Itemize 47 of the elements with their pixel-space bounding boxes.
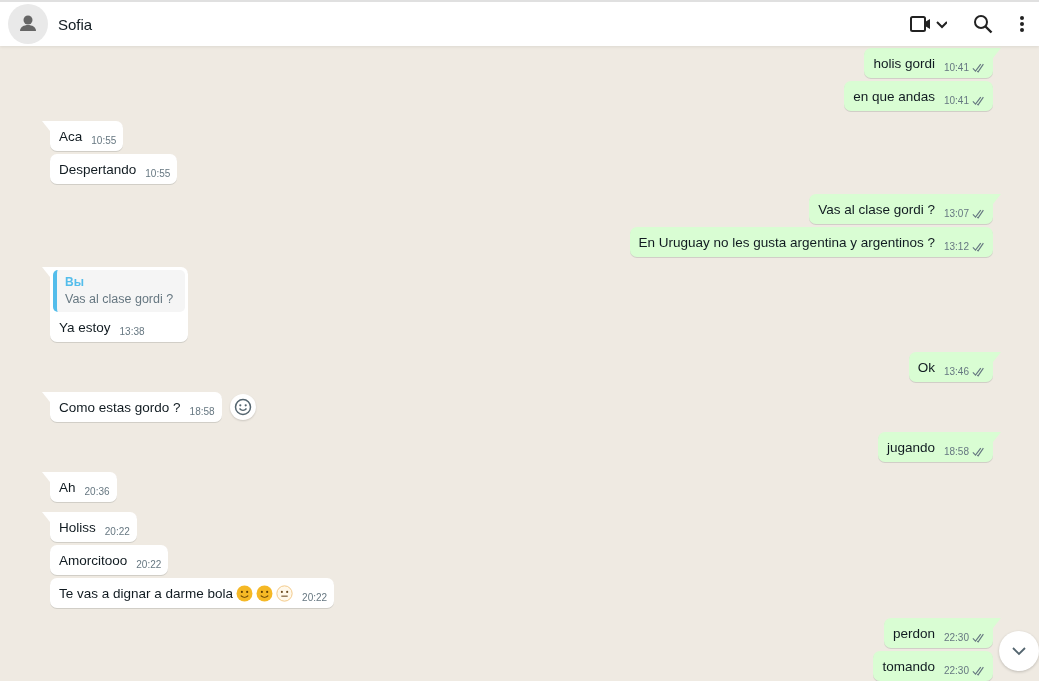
- message-time: 20:22: [136, 558, 162, 572]
- message-text: Despertando: [59, 161, 137, 179]
- chevron-down-icon: [1011, 646, 1027, 656]
- neutral-face-icon: [276, 585, 294, 602]
- video-camera-icon: [909, 14, 947, 34]
- message-text: Ok: [917, 359, 935, 377]
- message-text: Ah: [59, 479, 76, 497]
- search-icon: [973, 14, 993, 34]
- message-time: 13:46: [943, 365, 969, 379]
- message-text: Holiss: [59, 519, 96, 537]
- message-time: 13:12: [943, 240, 969, 254]
- message-text: Como estas gordo ?: [59, 399, 181, 417]
- quoted-message[interactable]: Вы Vas al clase gordi ?: [53, 270, 185, 312]
- message-text: Te vas a dignar a darme bola: [59, 585, 234, 603]
- message-time: 20:22: [302, 591, 328, 605]
- message-time: 22:30: [943, 664, 969, 678]
- message-time: 18:58: [189, 405, 215, 419]
- message-time: 13:38: [119, 325, 145, 339]
- message-text: tomando: [882, 658, 935, 676]
- message-time: 10:41: [943, 61, 969, 75]
- message-text: jugando: [886, 439, 935, 457]
- message-time: 10:55: [91, 134, 117, 148]
- react-button[interactable]: [229, 394, 256, 420]
- smiley-icon: [236, 585, 254, 602]
- contact-name[interactable]: Sofia: [58, 15, 93, 33]
- message-text: Vas al clase gordi ?: [818, 201, 935, 219]
- message-text: perdon: [892, 625, 935, 643]
- message-text: holis gordi: [873, 55, 935, 73]
- message-text: En Uruguay no les gusta argentina y argentinos ?: [638, 234, 935, 252]
- message-text: Amorcitooo: [59, 552, 128, 570]
- quote-text: Vas al clase gordi ?: [65, 292, 175, 306]
- scroll-down-button[interactable]: [999, 631, 1039, 671]
- smiley-icon: [256, 585, 274, 602]
- message-time: 10:41: [943, 94, 969, 108]
- message-text: Aca: [59, 128, 83, 146]
- message-time: 18:58: [943, 445, 969, 459]
- message-time: 13:07: [943, 207, 969, 221]
- quote-author: Вы: [65, 275, 85, 289]
- message-time: 20:22: [104, 525, 130, 539]
- message-time: 22:30: [943, 631, 969, 645]
- smiley-icon: [233, 398, 252, 416]
- message-time: 10:55: [145, 167, 171, 181]
- message-text: en que andas: [853, 88, 935, 106]
- menu-icon: [1019, 15, 1025, 33]
- message-time: 20:36: [84, 485, 110, 499]
- message-text: Ya estoy: [59, 319, 111, 337]
- avatar-icon[interactable]: [8, 4, 48, 44]
